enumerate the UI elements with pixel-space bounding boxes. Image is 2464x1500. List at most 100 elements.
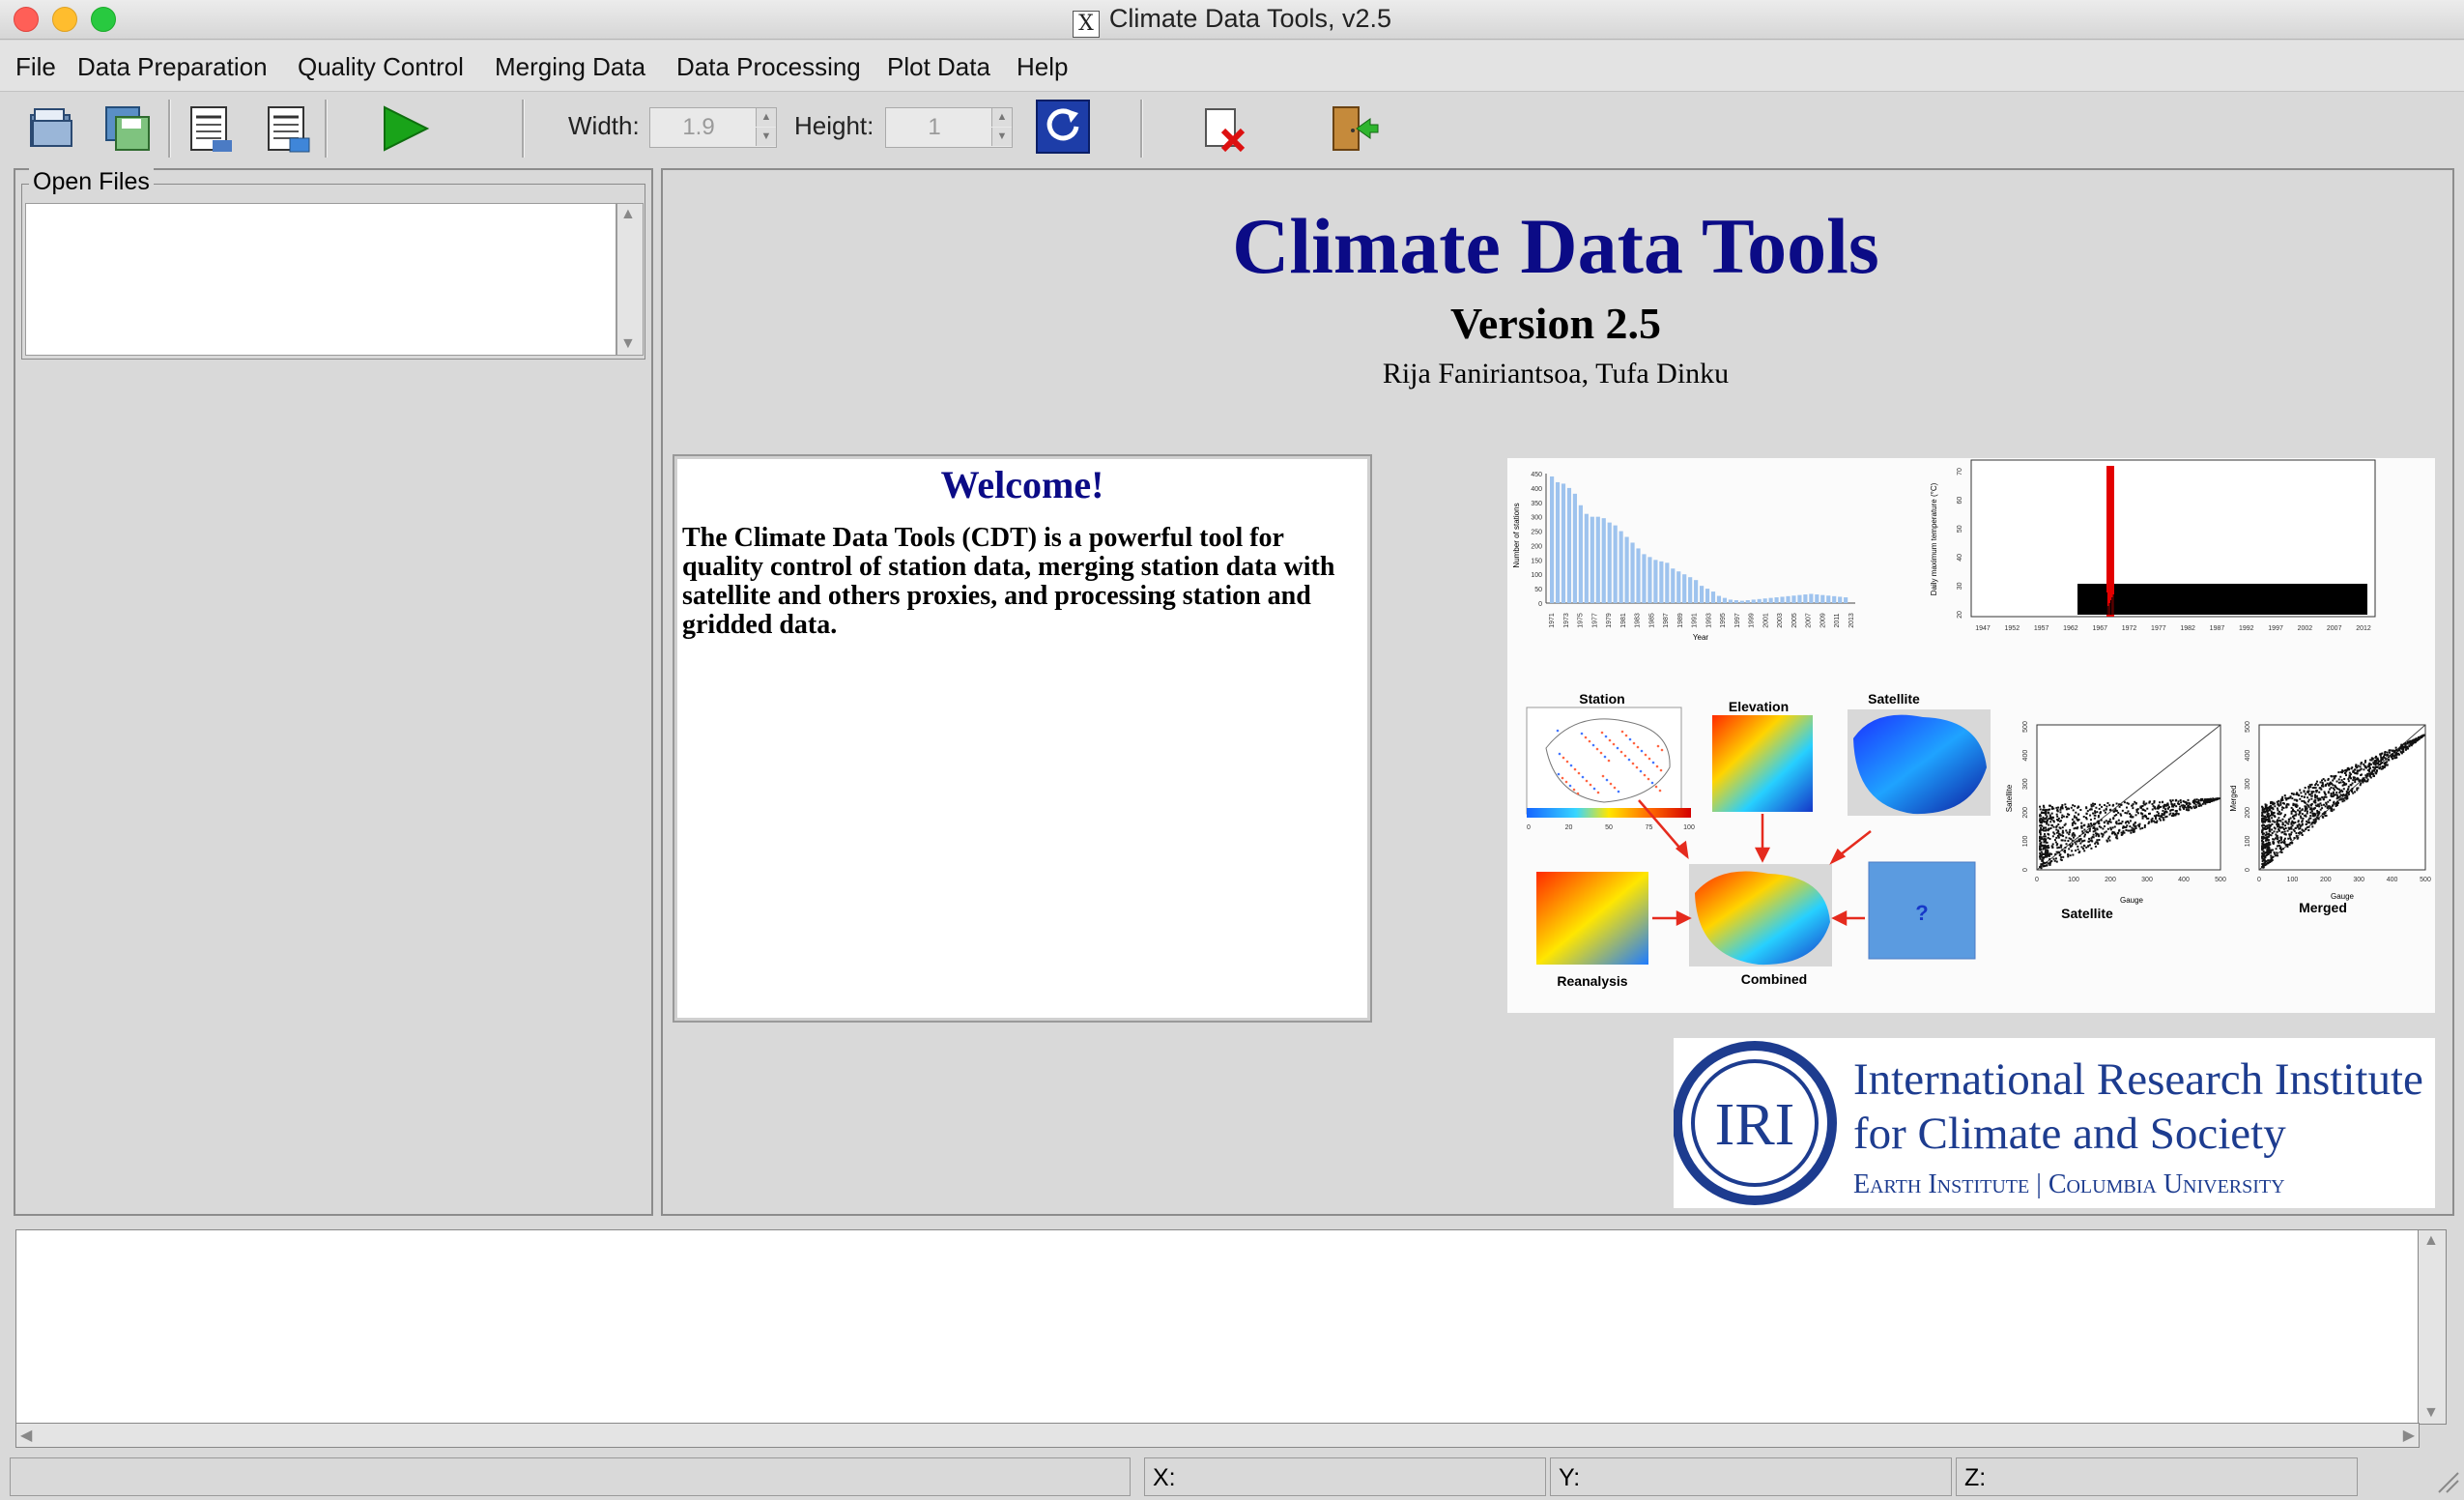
scatter-point	[2179, 799, 2182, 802]
scatter-point	[2132, 807, 2135, 810]
tmax-bar	[2349, 598, 2351, 615]
resize-grip-icon[interactable]	[2435, 1469, 2460, 1494]
scatter-point	[2261, 842, 2264, 845]
scatter-point	[2048, 827, 2050, 830]
width-spinner[interactable]: 1.9 ▲ ▼	[649, 107, 777, 148]
tmax-xtick-label: 1977	[2151, 625, 2166, 632]
tmax-bar	[2184, 602, 2186, 615]
scatter-point	[2290, 812, 2293, 815]
scatter-point	[2187, 806, 2190, 809]
scatter-point	[2064, 806, 2067, 809]
scatter-point	[2049, 837, 2051, 840]
scatter-point	[2039, 855, 2042, 858]
scatter-point	[2372, 765, 2375, 768]
scatter-point	[2092, 826, 2095, 829]
scroll-down-arrow-icon[interactable]: ▼	[2423, 1404, 2439, 1422]
scatter-point	[2112, 818, 2115, 821]
tmax-bar	[2131, 603, 2133, 615]
tmax-ytick-label: 30	[1957, 582, 1963, 590]
open-files-scrollbar[interactable]: ▲ ▼	[616, 203, 644, 356]
scatter-point	[2272, 838, 2275, 841]
save-table-button[interactable]	[261, 101, 315, 156]
scroll-up-arrow-icon[interactable]: ▲	[620, 206, 636, 223]
console-horizontal-scrollbar[interactable]: ◀ ▶	[15, 1423, 2420, 1448]
exit-button[interactable]	[1326, 101, 1380, 156]
scatter-point	[2335, 797, 2338, 800]
scatter-point	[2264, 806, 2267, 809]
bar-xlabel: Year	[1693, 633, 1709, 642]
width-down-arrow-icon[interactable]: ▼	[756, 128, 776, 146]
scatter-point	[2347, 778, 2350, 781]
scatter-point	[2143, 803, 2146, 806]
scatter-point	[2044, 833, 2047, 836]
open-files-list[interactable]	[25, 203, 616, 356]
scatter-point	[2360, 782, 2363, 785]
menu-merging-data[interactable]: Merging Data	[495, 52, 645, 82]
scroll-down-arrow-icon[interactable]: ▼	[620, 335, 636, 353]
scatter-point	[2309, 811, 2312, 814]
width-up-arrow-icon[interactable]: ▲	[756, 108, 776, 127]
menu-plot-data[interactable]: Plot Data	[887, 52, 990, 82]
run-button[interactable]	[379, 101, 433, 156]
scatter-point	[2327, 800, 2330, 803]
menu-data-processing[interactable]: Data Processing	[676, 52, 861, 82]
scatter-point	[2414, 740, 2417, 743]
scatter-point	[2109, 828, 2112, 831]
tmax-bar	[2265, 603, 2267, 615]
menu-quality-control[interactable]: Quality Control	[298, 52, 464, 82]
scatter-point	[2041, 828, 2044, 831]
bar-xtick-label: 1991	[1692, 613, 1699, 628]
station-count-bars	[1550, 476, 1848, 603]
tmax-bar	[2283, 595, 2285, 615]
tmax-bar	[2213, 604, 2215, 615]
scatter-point	[2368, 768, 2371, 771]
close-tab-button[interactable]	[1198, 101, 1252, 156]
refresh-button[interactable]	[1036, 100, 1090, 154]
scatter-point	[2286, 845, 2289, 848]
scatter-point	[2141, 826, 2144, 829]
menu-file[interactable]: File	[15, 52, 56, 82]
scatter-point	[2393, 757, 2396, 760]
console-output[interactable]	[15, 1229, 2420, 1425]
save-file-button[interactable]	[100, 101, 155, 156]
scatter-point	[2040, 836, 2043, 839]
tmax-bar	[2330, 592, 2332, 615]
scatter-point	[2265, 807, 2268, 810]
console-vertical-scrollbar[interactable]: ▲ ▼	[2418, 1229, 2447, 1425]
open-file-button[interactable]	[25, 101, 79, 156]
station-dot	[1599, 751, 1603, 755]
menu-data-preparation[interactable]: Data Preparation	[77, 52, 268, 82]
scatter-point	[2057, 823, 2060, 826]
height-down-arrow-icon[interactable]: ▼	[991, 128, 1012, 146]
scatter-point	[2351, 788, 2354, 791]
scatter-point	[2177, 813, 2180, 816]
scatter-point	[2077, 805, 2080, 808]
scroll-left-arrow-icon[interactable]: ◀	[20, 1426, 32, 1445]
scatter-point	[2046, 841, 2049, 844]
menu-help[interactable]: Help	[1017, 52, 1068, 82]
scatter-point	[2285, 806, 2288, 809]
scatter-point	[2317, 803, 2320, 806]
open-table-button[interactable]	[184, 101, 238, 156]
x11-icon: X	[1072, 11, 1100, 38]
scatter-point	[2321, 783, 2324, 786]
height-spinner[interactable]: 1 ▲ ▼	[885, 107, 1013, 148]
station-count-bar	[1676, 571, 1681, 603]
scatter-point	[2400, 743, 2403, 746]
scatter-point	[2050, 852, 2053, 855]
scatter-point	[2374, 755, 2377, 758]
scatter-point	[2053, 839, 2056, 842]
scatter-point	[2309, 786, 2312, 789]
scatter-point	[2040, 811, 2043, 814]
height-up-arrow-icon[interactable]: ▲	[991, 108, 1012, 127]
tmax-xticks: 1947 1952 1957 1962 1967 1972 1977 1982 1987 1992…	[1975, 625, 2371, 632]
tmax-bar	[2239, 595, 2241, 615]
scatter-point	[2121, 809, 2124, 812]
scatter-point	[2129, 825, 2132, 828]
scroll-right-arrow-icon[interactable]: ▶	[2403, 1426, 2415, 1445]
scatter-point	[2094, 842, 2097, 845]
scatter-point	[2045, 861, 2048, 864]
scatter-point	[2263, 815, 2266, 818]
scroll-up-arrow-icon[interactable]: ▲	[2423, 1232, 2439, 1250]
station-label: Station	[1579, 691, 1624, 707]
